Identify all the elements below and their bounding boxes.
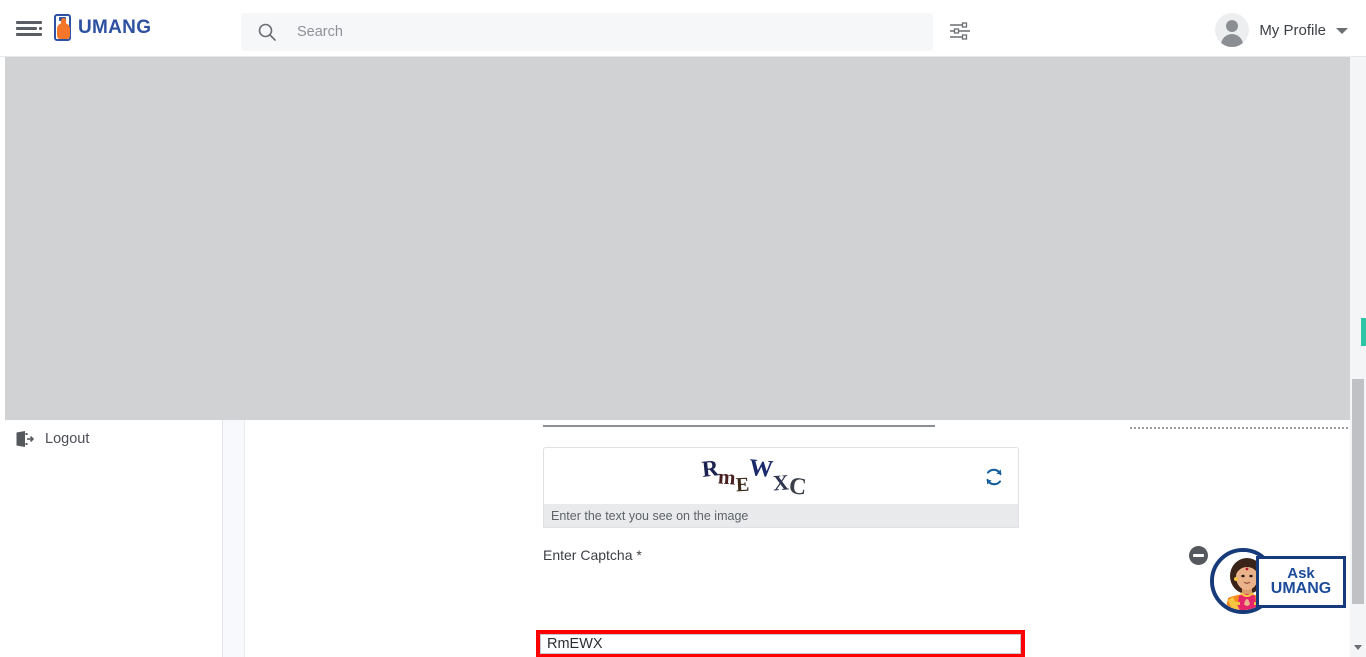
captcha-letter: C <box>787 472 808 501</box>
filter-settings-icon[interactable] <box>948 22 972 40</box>
umang-logo[interactable]: UMANG <box>54 14 151 41</box>
field-underline <box>543 425 935 427</box>
sidebar-item-label: Logout <box>45 431 90 447</box>
captcha-image-card: RmEWXC <box>543 447 1019 509</box>
scroll-down-arrow-icon[interactable] <box>1350 639 1366 655</box>
captcha-image: RmEWXC <box>544 448 964 510</box>
search-icon <box>257 22 277 42</box>
captcha-input-highlight <box>536 630 1025 657</box>
captcha-letter: m <box>717 463 737 490</box>
captcha-letter: R <box>700 455 720 482</box>
search-placeholder: Search <box>297 24 343 40</box>
profile-menu[interactable]: My Profile <box>1215 13 1348 47</box>
loading-overlay <box>5 57 1366 420</box>
ask-umang-bubble[interactable]: Ask UMANG <box>1256 556 1346 608</box>
ask-umang-widget[interactable]: Ask UMANG <box>1189 541 1349 625</box>
avatar <box>1215 13 1250 47</box>
captcha-letter: X <box>772 469 790 496</box>
captcha-hint-text: Enter the text you see on the image <box>551 508 749 523</box>
captcha-hint-bar: Enter the text you see on the image <box>543 504 1019 528</box>
captcha-field-label: Enter Captcha * <box>543 547 642 563</box>
side-accent-tab[interactable] <box>1361 318 1366 346</box>
ask-umang-line1: Ask <box>1287 564 1315 582</box>
chevron-down-icon[interactable] <box>1336 28 1348 34</box>
refresh-captcha-icon[interactable] <box>982 465 1006 489</box>
phone-icon <box>54 14 71 41</box>
minimize-icon[interactable] <box>1189 546 1208 565</box>
top-header: UMANG Search My Profile <box>0 0 1366 57</box>
dotted-divider <box>1130 427 1366 429</box>
hand-icon <box>57 18 70 39</box>
page-scrollbar[interactable] <box>1350 57 1366 657</box>
profile-name: My Profile <box>1259 21 1326 39</box>
app-screen: Logout RmEWXC Enter the text you see on … <box>0 0 1366 657</box>
hamburger-menu-icon[interactable] <box>16 21 42 37</box>
captcha-input[interactable] <box>540 634 1021 654</box>
captcha-letter: W <box>748 454 775 483</box>
logout-icon <box>14 429 35 449</box>
sidebar-item-logout[interactable]: Logout <box>0 419 223 459</box>
ask-umang-line2: UMANG <box>1270 580 1332 598</box>
scrollbar-thumb[interactable] <box>1352 379 1364 604</box>
brand-name: UMANG <box>78 16 152 38</box>
search-bar[interactable]: Search <box>241 13 933 51</box>
